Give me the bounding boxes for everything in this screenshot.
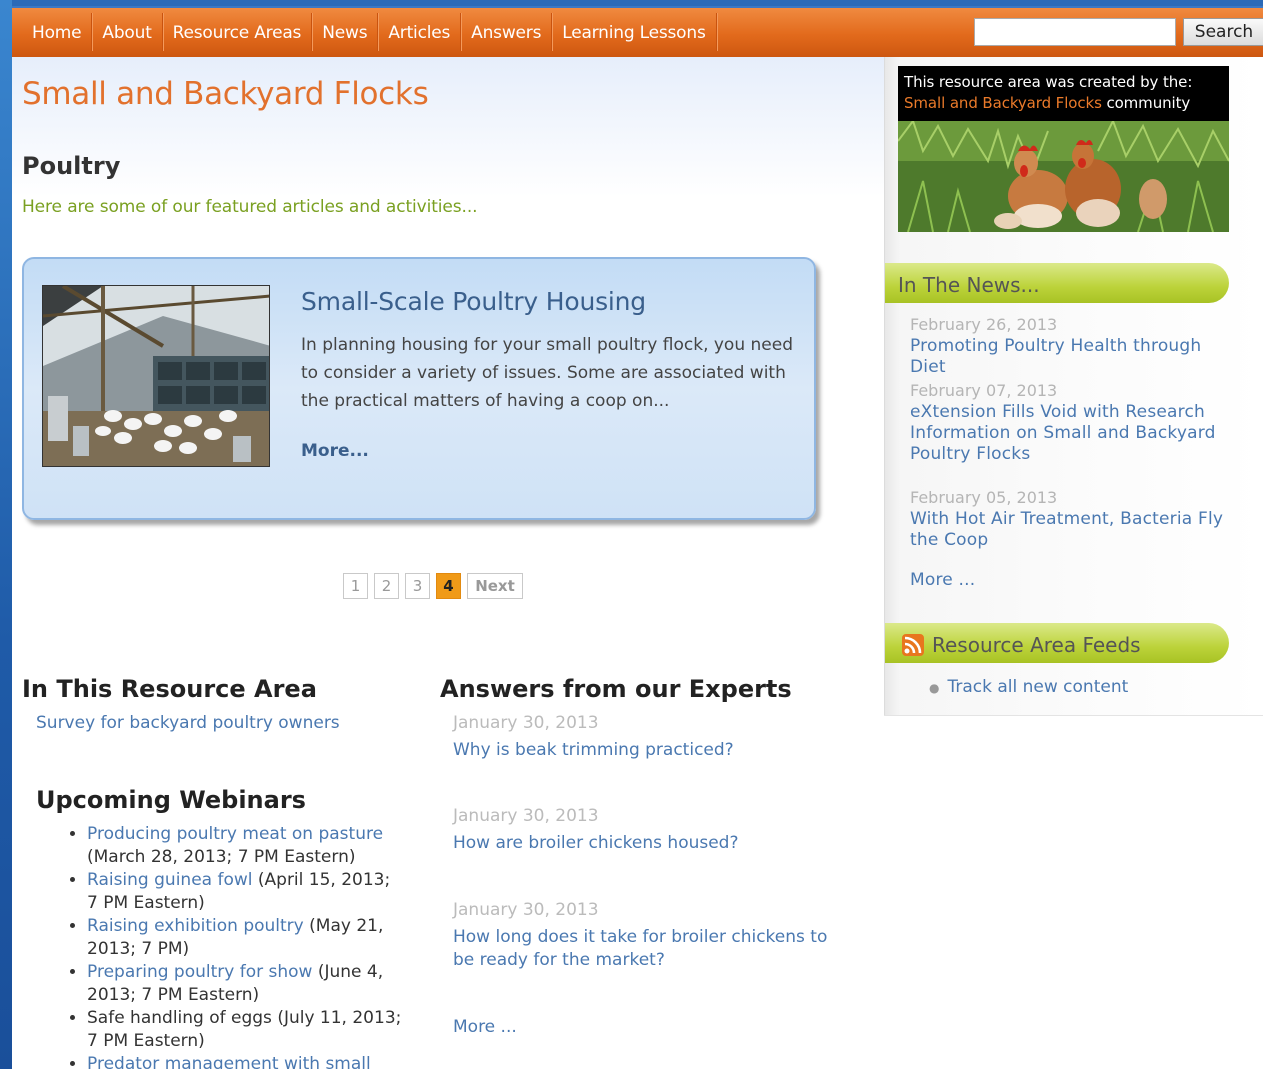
resource-area-feeds-heading: Resource Area Feeds (885, 623, 1229, 663)
answer-item: January 30, 2013 How long does it take f… (453, 900, 833, 1016)
window-background (0, 0, 12, 1069)
list-item: Preparing poultry for show (June 4, 2013… (87, 961, 405, 1007)
page: Home About Resource Areas News Articles … (12, 6, 1263, 1069)
section-title: Poultry (22, 152, 121, 180)
answers-more-link[interactable]: More ... (453, 1016, 833, 1039)
webinar-link[interactable]: Preparing poultry for show (87, 962, 312, 982)
news-item: February 07, 2013 eXtension Fills Void w… (910, 381, 1230, 488)
nav-learning-lessons[interactable]: Learning Lessons (552, 13, 717, 51)
list-item: Predator management with small and (87, 1053, 405, 1069)
answer-date: January 30, 2013 (453, 806, 599, 826)
poultry-housing-photo[interactable] (42, 285, 270, 467)
news-date: February 07, 2013 (910, 381, 1058, 400)
page-4-button-active[interactable]: 4 (436, 573, 461, 599)
webinars-heading: Upcoming Webinars (36, 786, 306, 814)
promo-text: This resource area was created by the: (904, 73, 1193, 91)
next-page-button[interactable]: Next (467, 573, 523, 599)
community-link[interactable]: Small and Backyard Flocks (904, 94, 1102, 112)
answer-question-link[interactable]: How are broiler chickens housed? (453, 832, 833, 855)
webinar-link[interactable]: Raising guinea fowl (87, 870, 252, 890)
news-date: February 26, 2013 (910, 315, 1058, 334)
poultry-housing-image (43, 286, 269, 466)
bullet-icon: ● (929, 681, 940, 695)
search-input[interactable] (974, 18, 1176, 46)
answer-question-link[interactable]: How long does it take for broiler chicke… (453, 926, 833, 972)
answers-list: January 30, 2013 Why is beak trimming pr… (453, 713, 833, 1039)
webinar-date: (March 28, 2013; 7 PM Eastern) (87, 847, 356, 867)
list-item: Raising guinea fowl (April 15, 2013; 7 P… (87, 869, 405, 915)
answer-item: January 30, 2013 How are broiler chicken… (453, 806, 833, 900)
community-promo: This resource area was created by the: S… (898, 66, 1229, 232)
nav-answers[interactable]: Answers (461, 13, 553, 51)
page-title: Small and Backyard Flocks (22, 76, 429, 112)
webinars-list: Producing poultry meat on pasture (March… (65, 823, 405, 1069)
answers-heading: Answers from our Experts (440, 675, 792, 703)
news-list: February 26, 2013 Promoting Poultry Heal… (910, 315, 1230, 591)
news-date: February 05, 2013 (910, 488, 1058, 507)
news-more-link[interactable]: More ... (910, 570, 1230, 591)
promo-caption: This resource area was created by the: S… (898, 66, 1229, 121)
answer-date: January 30, 2013 (453, 713, 599, 733)
featured-article-description: In planning housing for your small poult… (301, 335, 793, 411)
top-navigation-bar: Home About Resource Areas News Articles … (12, 6, 1263, 57)
featured-article-card: Small-Scale Poultry Housing In planning … (22, 257, 816, 520)
news-item: February 05, 2013 With Hot Air Treatment… (910, 488, 1230, 570)
webinar-link[interactable]: Producing poultry meat on pasture (87, 824, 383, 844)
survey-link[interactable]: Survey for backyard poultry owners (36, 713, 340, 733)
nav-home[interactable]: Home (22, 13, 93, 51)
list-item: Producing poultry meat on pasture (March… (87, 823, 405, 869)
featured-article-title[interactable]: Small-Scale Poultry Housing (301, 287, 646, 316)
rss-feed-icon (902, 634, 924, 656)
pagination: 1 2 3 4 Next (343, 573, 523, 599)
nav-articles[interactable]: Articles (378, 13, 462, 51)
resource-area-heading: In This Resource Area (22, 675, 317, 703)
in-the-news-heading: In The News... (885, 263, 1229, 303)
answer-question-link[interactable]: Why is beak trimming practiced? (453, 739, 833, 762)
page-1-button[interactable]: 1 (343, 573, 368, 599)
news-title-link[interactable]: eXtension Fills Void with Research Infor… (910, 402, 1230, 465)
track-content-link[interactable]: Track all new content (947, 677, 1128, 697)
search-button[interactable]: Search (1183, 18, 1263, 46)
news-title-link[interactable]: Promoting Poultry Health through Diet (910, 336, 1230, 378)
main-menu: Home About Resource Areas News Articles … (22, 13, 717, 51)
news-title-link[interactable]: With Hot Air Treatment, Bacteria Fly the… (910, 509, 1230, 551)
page-2-button[interactable]: 2 (374, 573, 399, 599)
featured-more-link[interactable]: More... (301, 441, 369, 461)
section-intro: Here are some of our featured articles a… (22, 197, 478, 217)
answer-date: January 30, 2013 (453, 900, 599, 920)
sidebar-divider (884, 715, 1263, 716)
webinar-link[interactable]: Predator management with small and (87, 1054, 371, 1069)
nav-resource-areas[interactable]: Resource Areas (163, 13, 313, 51)
news-item: February 26, 2013 Promoting Poultry Heal… (910, 315, 1230, 381)
promo-suffix: community (1101, 94, 1191, 112)
feeds-heading-label: Resource Area Feeds (932, 633, 1141, 657)
list-item: Raising exhibition poultry (May 21, 2013… (87, 915, 405, 961)
webinar-date: Safe handling of eggs (July 11, 2013; 7 … (87, 1008, 402, 1051)
answer-item: January 30, 2013 Why is beak trimming pr… (453, 713, 833, 806)
list-item: Safe handling of eggs (July 11, 2013; 7 … (87, 1007, 405, 1053)
nav-about[interactable]: About (92, 13, 163, 51)
webinar-link[interactable]: Raising exhibition poultry (87, 916, 304, 936)
feed-list-item: ● Track all new content (929, 677, 1128, 697)
nav-news[interactable]: News (312, 13, 379, 51)
chickens-photo[interactable] (898, 121, 1229, 232)
page-3-button[interactable]: 3 (405, 573, 430, 599)
